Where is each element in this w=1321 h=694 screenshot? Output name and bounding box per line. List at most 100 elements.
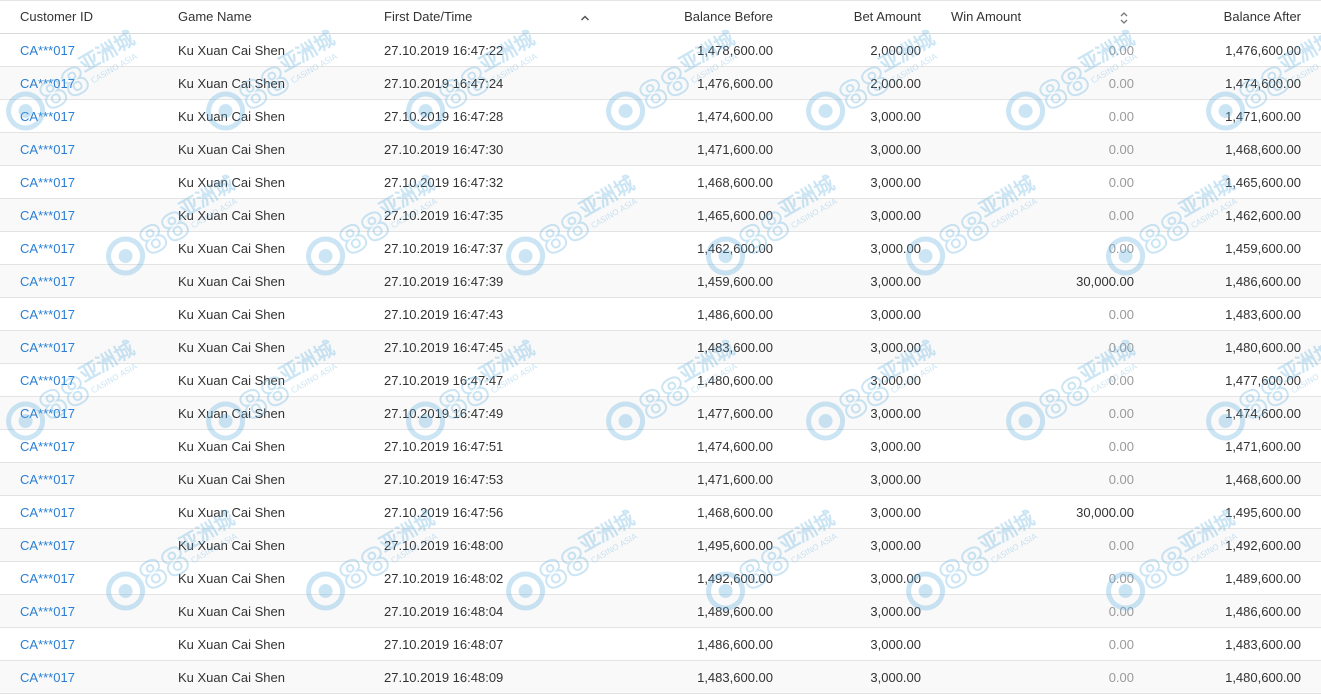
table-row: CA***017 Ku Xuan Cai Shen 27.10.2019 16:48… xyxy=(0,529,1321,562)
datetime-cell: 27.10.2019 16:48:02 xyxy=(384,571,504,586)
header-first-datetime[interactable]: First Date/Time xyxy=(384,1,472,33)
customer-id-link[interactable]: CA***017 xyxy=(20,199,75,232)
balance-before-cell: 1,476,600.00 xyxy=(697,76,773,91)
datetime-cell: 27.10.2019 16:48:00 xyxy=(384,538,504,553)
table-row: CA***017 Ku Xuan Cai Shen 27.10.2019 16:47… xyxy=(0,265,1321,298)
balance-after-cell: 1,477,600.00 xyxy=(1225,373,1301,388)
game-name-cell: Ku Xuan Cai Shen xyxy=(178,109,285,124)
header-balance-before[interactable]: Balance Before xyxy=(684,1,773,33)
customer-id-link[interactable]: CA***017 xyxy=(20,496,75,529)
bet-amount-cell: 3,000.00 xyxy=(870,505,921,520)
datetime-cell: 27.10.2019 16:47:53 xyxy=(384,472,504,487)
win-amount-cell: 0.00 xyxy=(1108,637,1134,652)
win-amount-cell: 0.00 xyxy=(1108,208,1134,223)
customer-id-link[interactable]: CA***017 xyxy=(20,595,75,628)
balance-before-cell: 1,492,600.00 xyxy=(697,571,773,586)
win-amount-cell: 0.00 xyxy=(1108,604,1134,619)
win-amount-cell: 0.00 xyxy=(1108,76,1134,91)
sort-both-icon[interactable] xyxy=(1118,1,1130,33)
customer-id-link[interactable]: CA***017 xyxy=(20,298,75,331)
table-row: CA***017 Ku Xuan Cai Shen 27.10.2019 16:47… xyxy=(0,100,1321,133)
bet-amount-cell: 3,000.00 xyxy=(870,241,921,256)
customer-id-link[interactable]: CA***017 xyxy=(20,430,75,463)
table-row: CA***017 Ku Xuan Cai Shen 27.10.2019 16:47… xyxy=(0,199,1321,232)
win-amount-cell: 0.00 xyxy=(1108,571,1134,586)
balance-after-cell: 1,474,600.00 xyxy=(1225,76,1301,91)
datetime-cell: 27.10.2019 16:47:49 xyxy=(384,406,504,421)
header-game-name[interactable]: Game Name xyxy=(178,1,252,33)
customer-id-link[interactable]: CA***017 xyxy=(20,265,75,298)
customer-id-link[interactable]: CA***017 xyxy=(20,529,75,562)
header-win-amount[interactable]: Win Amount xyxy=(951,1,1021,33)
customer-id-link[interactable]: CA***017 xyxy=(20,661,75,694)
balance-after-cell: 1,468,600.00 xyxy=(1225,472,1301,487)
datetime-cell: 27.10.2019 16:47:30 xyxy=(384,142,504,157)
balance-before-cell: 1,483,600.00 xyxy=(697,340,773,355)
header-balance-after[interactable]: Balance After xyxy=(1224,1,1301,33)
table-header: Customer ID Game Name First Date/Time Ba… xyxy=(0,0,1321,34)
balance-after-cell: 1,465,600.00 xyxy=(1225,175,1301,190)
customer-id-link[interactable]: CA***017 xyxy=(20,562,75,595)
header-bet-amount[interactable]: Bet Amount xyxy=(854,1,921,33)
header-customer-id[interactable]: Customer ID xyxy=(20,1,93,33)
bet-amount-cell: 2,000.00 xyxy=(870,76,921,91)
table-row: CA***017 Ku Xuan Cai Shen 27.10.2019 16:47… xyxy=(0,496,1321,529)
sort-ascending-icon[interactable] xyxy=(579,1,591,33)
customer-id-link[interactable]: CA***017 xyxy=(20,463,75,496)
win-amount-cell: 0.00 xyxy=(1108,175,1134,190)
balance-before-cell: 1,474,600.00 xyxy=(697,439,773,454)
balance-before-cell: 1,477,600.00 xyxy=(697,406,773,421)
datetime-cell: 27.10.2019 16:47:35 xyxy=(384,208,504,223)
datetime-cell: 27.10.2019 16:48:07 xyxy=(384,637,504,652)
customer-id-link[interactable]: CA***017 xyxy=(20,100,75,133)
game-name-cell: Ku Xuan Cai Shen xyxy=(178,406,285,421)
bet-amount-cell: 3,000.00 xyxy=(870,439,921,454)
win-amount-cell: 0.00 xyxy=(1108,241,1134,256)
table-row: CA***017 Ku Xuan Cai Shen 27.10.2019 16:47… xyxy=(0,166,1321,199)
customer-id-link[interactable]: CA***017 xyxy=(20,34,75,67)
datetime-cell: 27.10.2019 16:48:04 xyxy=(384,604,504,619)
datetime-cell: 27.10.2019 16:47:47 xyxy=(384,373,504,388)
balance-after-cell: 1,495,600.00 xyxy=(1225,505,1301,520)
win-amount-cell: 0.00 xyxy=(1108,142,1134,157)
datetime-cell: 27.10.2019 16:48:09 xyxy=(384,670,504,685)
balance-before-cell: 1,471,600.00 xyxy=(697,472,773,487)
customer-id-link[interactable]: CA***017 xyxy=(20,166,75,199)
table-row: CA***017 Ku Xuan Cai Shen 27.10.2019 16:47… xyxy=(0,298,1321,331)
balance-after-cell: 1,480,600.00 xyxy=(1225,340,1301,355)
balance-after-cell: 1,492,600.00 xyxy=(1225,538,1301,553)
balance-before-cell: 1,468,600.00 xyxy=(697,175,773,190)
win-amount-cell: 0.00 xyxy=(1108,373,1134,388)
bet-amount-cell: 3,000.00 xyxy=(870,406,921,421)
balance-after-cell: 1,459,600.00 xyxy=(1225,241,1301,256)
datetime-cell: 27.10.2019 16:47:22 xyxy=(384,43,504,58)
customer-id-link[interactable]: CA***017 xyxy=(20,397,75,430)
balance-after-cell: 1,483,600.00 xyxy=(1225,307,1301,322)
bet-amount-cell: 3,000.00 xyxy=(870,142,921,157)
datetime-cell: 27.10.2019 16:47:51 xyxy=(384,439,504,454)
balance-before-cell: 1,465,600.00 xyxy=(697,208,773,223)
customer-id-link[interactable]: CA***017 xyxy=(20,628,75,661)
balance-after-cell: 1,471,600.00 xyxy=(1225,439,1301,454)
customer-id-link[interactable]: CA***017 xyxy=(20,67,75,100)
game-name-cell: Ku Xuan Cai Shen xyxy=(178,373,285,388)
bet-amount-cell: 3,000.00 xyxy=(870,274,921,289)
balance-before-cell: 1,495,600.00 xyxy=(697,538,773,553)
customer-id-link[interactable]: CA***017 xyxy=(20,331,75,364)
customer-id-link[interactable]: CA***017 xyxy=(20,232,75,265)
bet-amount-cell: 3,000.00 xyxy=(870,175,921,190)
game-name-cell: Ku Xuan Cai Shen xyxy=(178,439,285,454)
customer-id-link[interactable]: CA***017 xyxy=(20,133,75,166)
bet-amount-cell: 3,000.00 xyxy=(870,670,921,685)
table-row: CA***017 Ku Xuan Cai Shen 27.10.2019 16:48… xyxy=(0,562,1321,595)
customer-id-link[interactable]: CA***017 xyxy=(20,364,75,397)
win-amount-cell: 0.00 xyxy=(1108,670,1134,685)
bet-amount-cell: 3,000.00 xyxy=(870,307,921,322)
balance-before-cell: 1,471,600.00 xyxy=(697,142,773,157)
game-name-cell: Ku Xuan Cai Shen xyxy=(178,637,285,652)
win-amount-cell: 30,000.00 xyxy=(1076,274,1134,289)
table-row: CA***017 Ku Xuan Cai Shen 27.10.2019 16:47… xyxy=(0,133,1321,166)
table-row: CA***017 Ku Xuan Cai Shen 27.10.2019 16:47… xyxy=(0,364,1321,397)
balance-after-cell: 1,474,600.00 xyxy=(1225,406,1301,421)
bet-amount-cell: 3,000.00 xyxy=(870,472,921,487)
